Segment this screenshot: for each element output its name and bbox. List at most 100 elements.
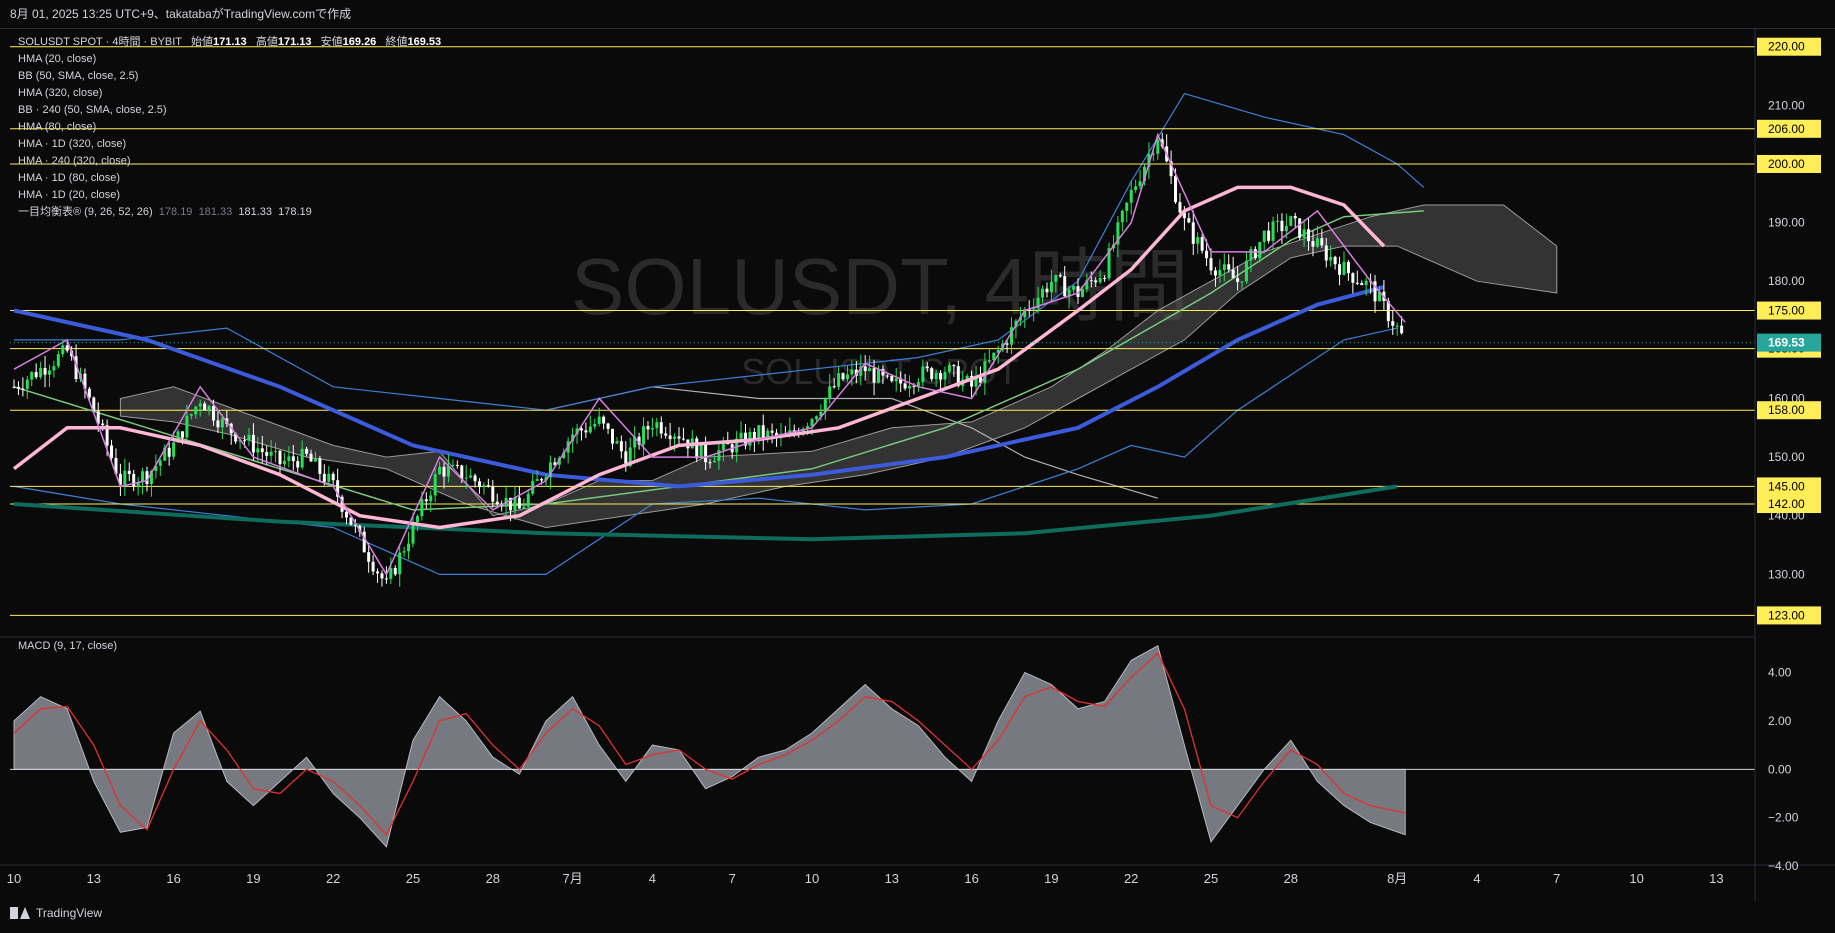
time-tick-label: 10 (1629, 871, 1643, 886)
candle-body (1342, 261, 1346, 275)
ichimoku-row[interactable]: 一目均衡表® (9, 26, 52, 26) 178.19 181.33 181… (18, 204, 441, 221)
candle-body (1395, 325, 1399, 327)
symbol-ohlc-row: SOLUSDT SPOT · 4時間 · BYBIT 始値171.13 高値17… (18, 34, 441, 51)
candle-body (327, 473, 331, 482)
candle-body (380, 573, 384, 579)
candle-body (43, 368, 47, 375)
candle-body (1103, 277, 1107, 279)
price-level-label: 158.00 (1768, 403, 1805, 417)
candle-body (469, 475, 473, 478)
candle-body (642, 426, 646, 445)
candle-body (331, 473, 335, 481)
candle-body (1080, 289, 1084, 297)
candle-body (1346, 261, 1350, 274)
price-level-label: 123.00 (1768, 608, 1805, 622)
candle-body (207, 405, 211, 411)
candle-body (868, 368, 872, 372)
candle-body (987, 359, 991, 362)
indicator-legend-row[interactable]: HMA · 1D (20, close) (18, 187, 441, 204)
candle-body (158, 460, 162, 466)
candle-body (1058, 275, 1062, 277)
time-tick-label: 25 (1204, 871, 1218, 886)
ichimoku-v1: 178.19 (158, 206, 193, 218)
candle-body (1120, 210, 1124, 223)
time-tick-label: 7 (1553, 871, 1560, 886)
symbol-label: SOLUSDT SPOT · 4時間 · BYBIT (18, 36, 182, 48)
candle-body (619, 441, 623, 452)
candle-body (371, 561, 375, 572)
candle-body (282, 460, 286, 465)
high-label: 高値 (255, 36, 278, 48)
candle-body (1191, 222, 1195, 244)
candle-body (1005, 343, 1009, 345)
indicator-legend-row[interactable]: HMA (80, close) (18, 119, 441, 136)
candle-body (1280, 220, 1284, 232)
candle-body (1227, 264, 1231, 270)
candle-body (12, 386, 16, 388)
macd-tick-label: 0.00 (1768, 762, 1792, 776)
indicator-legend-row[interactable]: HMA · 1D (320, close) (18, 136, 441, 153)
candle-body (1289, 216, 1293, 226)
candle-body (172, 442, 176, 457)
candle-body (699, 443, 703, 459)
candle-body (309, 453, 313, 462)
candle-body (123, 470, 127, 485)
time-tick-label: 13 (885, 871, 899, 886)
price-level-label: 206.00 (1768, 122, 1805, 136)
candle-body (47, 370, 51, 375)
candle-body (1089, 280, 1093, 282)
indicator-legend-row[interactable]: BB · 240 (50, SMA, close, 2.5) (18, 102, 441, 119)
candle-body (517, 497, 521, 509)
candle-body (952, 365, 956, 367)
candle-body (930, 368, 934, 380)
candle-body (260, 448, 264, 453)
candle-body (141, 471, 145, 483)
candle-body (442, 466, 446, 477)
candle-body (1258, 241, 1262, 259)
candle-body (677, 436, 681, 439)
candle-body (1045, 288, 1049, 293)
macd-tick-label: −4.00 (1768, 859, 1799, 873)
time-tick-label: 19 (1044, 871, 1058, 886)
indicator-legend-row[interactable]: HMA (20, close) (18, 51, 441, 68)
ichimoku-label: 一目均衡表® (9, 26, 52, 26) (18, 206, 153, 218)
candle-body (16, 386, 20, 389)
candle-body (828, 386, 832, 399)
candle-body (1222, 264, 1226, 270)
candle-body (695, 438, 699, 459)
candle-body (894, 378, 898, 382)
candle-body (216, 420, 220, 428)
candle-body (1072, 286, 1076, 290)
candle-body (167, 447, 171, 457)
indicator-legend-row[interactable]: HMA (320, close) (18, 85, 441, 102)
candle-body (1156, 139, 1160, 154)
candle-body (393, 567, 397, 575)
candle-body (1054, 275, 1058, 282)
candle-body (704, 443, 708, 463)
candle-body (1049, 281, 1053, 293)
candle-body (220, 418, 224, 428)
candle-body (438, 466, 442, 475)
candle-body (943, 371, 947, 380)
candle-body (1134, 186, 1138, 190)
indicator-legend-row[interactable]: HMA · 240 (320, close) (18, 153, 441, 170)
candle-body (845, 374, 849, 380)
candle-body (189, 414, 193, 416)
candle-body (615, 441, 619, 444)
tradingview-footer[interactable]: TradingView (10, 906, 102, 920)
candle-body (61, 345, 65, 355)
indicator-legend-row[interactable]: BB (50, SMA, close, 2.5) (18, 68, 441, 85)
candle-body (313, 458, 317, 462)
candle-body (602, 416, 606, 424)
time-tick-label: 7 (729, 871, 736, 886)
candle-body (947, 365, 951, 372)
indicator-legend-row[interactable]: HMA · 1D (80, close) (18, 170, 441, 187)
candle-body (1329, 256, 1333, 261)
time-tick-label: 16 (166, 871, 180, 886)
time-tick-label: 10 (805, 871, 819, 886)
candle-body (1249, 249, 1253, 261)
macd-legend[interactable]: MACD (9, 17, close) (18, 640, 117, 652)
candle-body (1174, 176, 1178, 203)
candle-body (814, 416, 818, 420)
candle-body (1311, 241, 1315, 247)
